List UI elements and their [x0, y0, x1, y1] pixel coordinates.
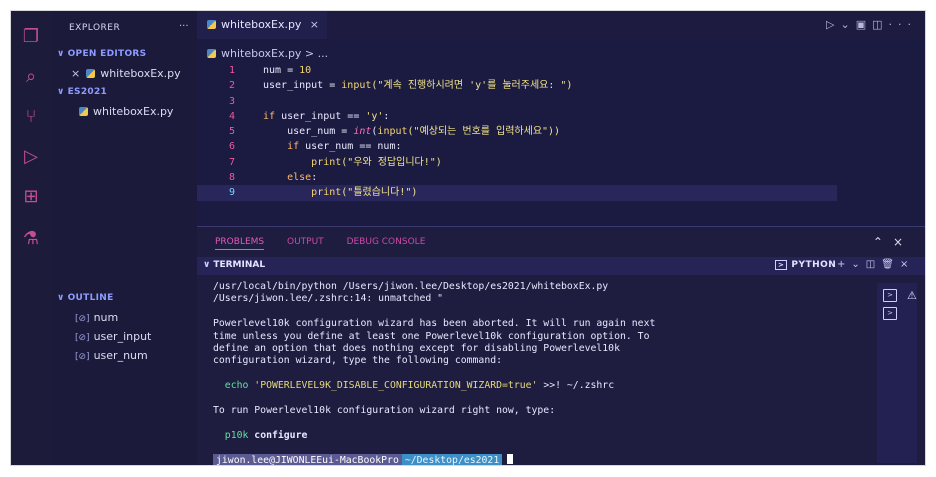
terminal-p10k-line: p10k configure [224, 429, 308, 441]
editor-area: whiteboxEx.py × ▷⌄▣◫··· whiteboxEx.py > … [197, 11, 925, 226]
variable-icon: [⊘] [75, 314, 90, 324]
terminal-instance-icon[interactable]: > [883, 289, 897, 302]
chevron-down-icon: ∨ [203, 260, 211, 270]
warning-icon[interactable]: ⚠ [907, 289, 917, 302]
code-line: 4 if user_input == 'y': [228, 110, 390, 122]
close-icon[interactable]: × [310, 11, 319, 39]
activity-bar: ❐ ⌕ ⑂ ▷ ⊞ ⚗ [11, 11, 51, 465]
terminal-line: Powerlevel10k configuration wizard has b… [213, 318, 656, 330]
breadcrumb[interactable]: whiteboxEx.py > ... [207, 47, 328, 60]
panel-tabs: PROBLEMS OUTPUT DEBUG CONSOLE [215, 237, 445, 250]
close-icon[interactable]: × [900, 259, 914, 270]
variable-icon: [⊘] [75, 352, 90, 362]
extensions-icon[interactable]: ⊞ [19, 185, 43, 209]
python-file-icon [207, 49, 216, 58]
tab-output[interactable]: OUTPUT [287, 237, 324, 247]
search-icon[interactable]: ⌕ [19, 65, 43, 89]
close-icon[interactable]: × [71, 67, 80, 80]
chevron-down-icon[interactable]: ⌄ [851, 259, 865, 270]
open-editors-section[interactable]: ∨ OPEN EDITORS [57, 49, 146, 59]
explorer-sidebar: EXPLORER ··· ∨ OPEN EDITORS × whiteboxEx.p… [51, 11, 197, 465]
editor-actions: ▷⌄▣◫··· [826, 18, 917, 31]
terminal-prompt: jiwon.lee@JIWONLEEui-MacBookPro ~/Desktop… [213, 454, 863, 465]
terminal-section[interactable]: ∨ TERMINAL [203, 260, 265, 270]
file-tree-item[interactable]: whiteboxEx.py [79, 105, 173, 118]
chevron-down-icon: ∨ [57, 87, 65, 97]
panel-controls: ⌃× [873, 235, 913, 249]
outline-section[interactable]: ∨ OUTLINE [57, 293, 114, 303]
close-panel-icon[interactable]: × [893, 235, 913, 249]
new-terminal-icon[interactable]: + [837, 259, 851, 270]
prompt-user: jiwon.lee@JIWONLEEui-MacBookPro [213, 454, 402, 465]
python-file-icon [79, 107, 88, 116]
outline-item[interactable]: [⊘] num [75, 311, 118, 324]
chevron-down-icon: ∨ [57, 293, 65, 303]
code-line: 5 user_num = int(input("예상되는 번호를 입력하세요")… [228, 126, 561, 138]
run-debug-icon[interactable]: ▷ [19, 145, 43, 169]
code-editor[interactable]: 1 num = 10 2 user_input = input("계속 진행하시려면… [197, 63, 837, 201]
layout-icon[interactable]: ◫ [872, 18, 888, 31]
terminal-header: ∨ TERMINAL > PYTHON +⌄◫🗑× [197, 257, 925, 275]
open-editor-item[interactable]: × whiteboxEx.py [71, 67, 181, 80]
prompt-path: ~/Desktop/es2021 [401, 454, 503, 465]
files-icon[interactable]: ❐ [19, 25, 43, 49]
outline-item[interactable]: [⊘] user_input [75, 330, 151, 343]
terminal-line: define an option that does nothing excep… [213, 342, 620, 354]
maximize-panel-icon[interactable]: ⌃ [873, 235, 893, 249]
vscode-window: ❐ ⌕ ⑂ ▷ ⊞ ⚗ EXPLORER ··· ∨ OPEN EDITORS ×… [10, 10, 926, 466]
outline-item[interactable]: [⊘] user_num [75, 349, 148, 362]
code-line: 1 num = 10 [228, 65, 312, 76]
terminal-cursor [507, 454, 514, 465]
code-line: 6 if user_num == num: [228, 141, 402, 153]
terminal-profile[interactable]: > PYTHON [775, 260, 836, 270]
code-line: 2 user_input = input("계속 진행하시려면 'y'를 눌러주세… [228, 80, 573, 92]
explorer-title: EXPLORER [69, 23, 121, 33]
terminal-line: /usr/local/bin/python /Users/jiwon.lee/D… [213, 281, 609, 292]
chevron-down-icon[interactable]: ⌄ [840, 18, 855, 31]
code-line: 3 [228, 95, 235, 107]
trash-icon[interactable]: 🗑 [881, 259, 900, 270]
code-line-current: 9 print("틀렸습니다!") [197, 185, 837, 201]
folder-section[interactable]: ∨ ES2021 [57, 87, 107, 97]
bottom-panel: PROBLEMS OUTPUT DEBUG CONSOLE ⌃× ∨ TERMIN… [197, 226, 925, 465]
terminal-actions: +⌄◫🗑× [837, 259, 914, 270]
terminal-icon: > [775, 260, 788, 270]
code-line: 8 else: [228, 172, 318, 184]
terminal-output[interactable]: /usr/local/bin/python /Users/jiwon.lee/D… [213, 281, 863, 465]
terminal-line: time unless you define at least one Powe… [213, 330, 650, 342]
terminal-line: /Users/jiwon.lee/.zshrc:14: unmatched " [213, 293, 444, 305]
tab-problems[interactable]: PROBLEMS [215, 237, 265, 250]
run-icon[interactable]: ▷ [826, 18, 840, 31]
editor-tab[interactable]: whiteboxEx.py × [197, 11, 327, 39]
split-editor-icon[interactable]: ▣ [856, 18, 872, 31]
more-icon[interactable]: ··· [889, 18, 918, 31]
source-control-icon[interactable]: ⑂ [19, 105, 43, 129]
tab-debug-console[interactable]: DEBUG CONSOLE [347, 237, 426, 247]
chevron-down-icon: ∨ [57, 49, 65, 59]
terminal-instance-icon[interactable]: > [883, 307, 897, 320]
explorer-more-button[interactable]: ··· [179, 21, 189, 32]
editor-tab-bar: whiteboxEx.py × ▷⌄▣◫··· [197, 11, 925, 39]
terminal-echo-line: echo 'POWERLEVEL9K_DISABLE_CONFIGURATION… [224, 380, 615, 392]
terminal-list: > > ⚠ [877, 283, 917, 463]
terminal-line: configuration wizard, type the following… [213, 355, 503, 367]
python-file-icon [86, 69, 96, 78]
split-terminal-icon[interactable]: ◫ [866, 259, 881, 270]
variable-icon: [⊘] [75, 333, 90, 343]
code-line: 7 print("우와 정답입니다!") [228, 156, 442, 168]
terminal-line: To run Powerlevel10k configuration wizar… [213, 404, 556, 416]
testing-icon[interactable]: ⚗ [19, 227, 43, 251]
python-file-icon [207, 20, 216, 29]
